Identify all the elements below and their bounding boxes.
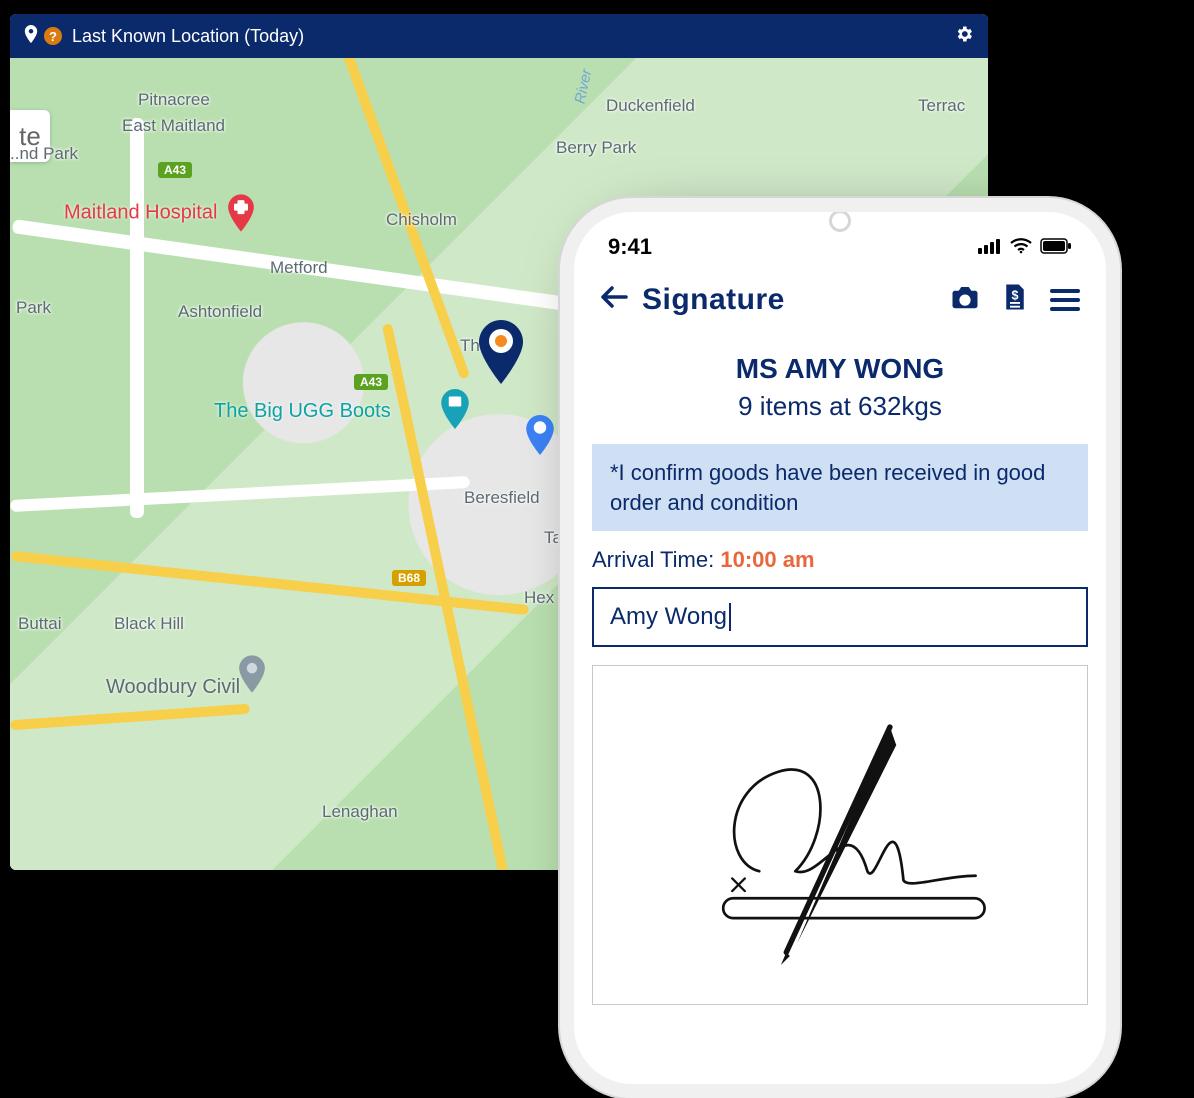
svg-text:$: $ <box>1012 289 1019 303</box>
map-poi-woodbury[interactable]: Woodbury Civil <box>106 676 240 699</box>
map-label: Duckenfield <box>606 96 695 116</box>
map-label: Ashtonfield <box>178 302 262 322</box>
menu-icon[interactable] <box>1050 289 1080 311</box>
map-label: Buttai <box>18 614 61 634</box>
status-time: 9:41 <box>608 234 652 260</box>
map-label-river: River <box>572 68 596 106</box>
map-label: Black Hill <box>114 614 184 634</box>
poi-pin-icon[interactable] <box>238 654 266 699</box>
map-poi-ugg[interactable]: The Big UGG Boots <box>214 400 391 423</box>
signer-name-value: Amy Wong <box>610 603 727 631</box>
signer-name-input[interactable]: Amy Wong <box>592 587 1088 647</box>
cellular-icon <box>978 234 1002 260</box>
location-pin-icon <box>24 25 38 48</box>
route-badge: B68 <box>392 570 426 586</box>
customer-name: MS AMY WONG <box>592 353 1088 385</box>
arrival-label: Arrival Time: <box>592 547 720 572</box>
poi-pin-icon[interactable] <box>440 388 470 435</box>
map-label: Terrac <box>918 96 965 116</box>
app-header: Signature $ <box>574 270 1106 335</box>
app-header-title: Signature <box>642 283 950 317</box>
map-label: Metford <box>270 258 328 278</box>
confirmation-text: *I confirm goods have been received in g… <box>592 444 1088 531</box>
current-location-pin-icon[interactable] <box>478 320 524 389</box>
invoice-icon[interactable]: $ <box>1000 282 1030 317</box>
map-label: Hex <box>524 588 554 608</box>
camera-icon[interactable] <box>950 282 980 317</box>
customer-detail: 9 items at 632kgs <box>592 391 1088 422</box>
battery-icon <box>1040 234 1072 260</box>
map-header: ? Last Known Location (Today) <box>10 14 988 58</box>
map-label: Berry Park <box>556 138 636 158</box>
arrival-time: Arrival Time: 10:00 am <box>592 547 1088 573</box>
map-label: Pitnacree <box>138 90 210 110</box>
map-label: Park <box>16 298 51 318</box>
phone-notch <box>829 210 851 232</box>
arrival-time-value: 10:00 am <box>720 547 814 572</box>
map-label: ..nd Park <box>10 144 78 164</box>
signature-pad[interactable] <box>592 665 1088 1005</box>
help-icon[interactable]: ? <box>44 27 62 45</box>
map-label: Chisholm <box>386 210 457 230</box>
map-label: East Maitland <box>122 116 225 136</box>
text-caret <box>729 603 731 631</box>
route-badge: A43 <box>158 162 192 178</box>
phone-content: MS AMY WONG 9 items at 632kgs *I confirm… <box>574 353 1106 1005</box>
wifi-icon <box>1010 234 1032 260</box>
route-badge: A43 <box>354 374 388 390</box>
poi-pin-icon[interactable] <box>525 414 555 461</box>
phone-mock: 9:41 Signature $ <box>560 198 1120 1098</box>
customer-block: MS AMY WONG 9 items at 632kgs <box>592 353 1088 422</box>
map-label: Lenaghan <box>322 802 398 822</box>
back-button[interactable] <box>600 283 628 317</box>
map-label: Beresfield <box>464 488 540 508</box>
map-poi-hospital[interactable]: Maitland Hospital <box>64 194 255 232</box>
gear-icon[interactable] <box>954 24 974 49</box>
map-panel-title: Last Known Location (Today) <box>72 26 954 47</box>
